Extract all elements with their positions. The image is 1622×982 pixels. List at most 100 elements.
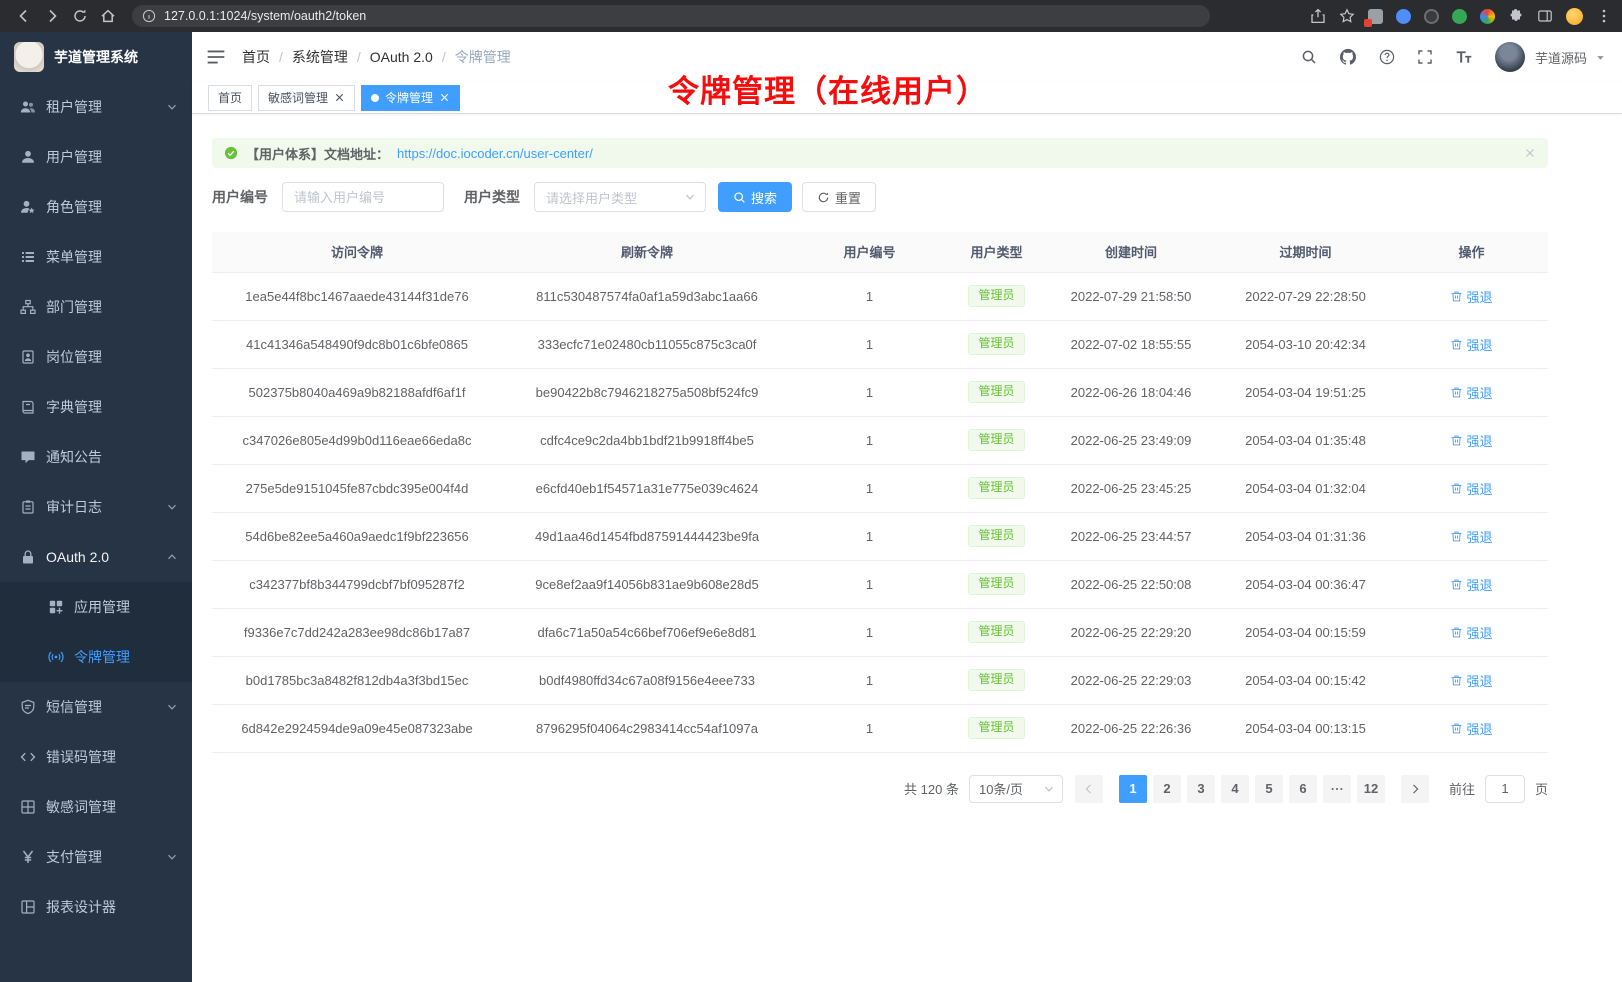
sidebar-item-oauth[interactable]: OAuth 2.0 [0, 532, 192, 582]
extension-icon[interactable] [1368, 9, 1383, 24]
alert-close-icon[interactable] [1524, 147, 1536, 159]
breadcrumb-item[interactable]: 首页 [242, 47, 270, 67]
user-type-select[interactable]: 请选择用户类型 [534, 182, 706, 212]
force-logout-button[interactable]: 强退 [1450, 335, 1492, 354]
force-logout-label: 强退 [1466, 575, 1492, 594]
action-cell: 强退 [1395, 608, 1548, 656]
browser-profile-avatar[interactable] [1566, 8, 1583, 25]
doc-alert: 【用户体系】文档地址： https://doc.iocoder.cn/user-… [212, 138, 1548, 168]
force-logout-label: 强退 [1466, 719, 1492, 738]
sidebar-item-notice[interactable]: 通知公告 [0, 432, 192, 482]
font-size-icon[interactable] [1455, 48, 1473, 66]
column-header: 操作 [1395, 232, 1548, 272]
sidebar-item-log[interactable]: 审计日志 [0, 482, 192, 532]
tab-item[interactable]: 敏感词管理 [258, 85, 355, 111]
sidebar-item-menu[interactable]: 菜单管理 [0, 232, 192, 282]
extension-icon[interactable] [1452, 9, 1467, 24]
user-name[interactable]: 芋道源码 [1535, 48, 1587, 67]
reset-button[interactable]: 重置 [802, 182, 876, 212]
annotation-text: 令牌管理（在线用户） [668, 66, 988, 111]
user-avatar[interactable] [1495, 42, 1525, 72]
close-icon[interactable] [334, 92, 345, 103]
delete-icon [1450, 434, 1463, 447]
dept-icon [20, 299, 36, 315]
share-icon[interactable] [1310, 8, 1326, 24]
bookmark-star-icon[interactable] [1339, 8, 1355, 24]
reset-button-label: 重置 [835, 188, 861, 207]
menu-icon [20, 249, 36, 265]
page-button[interactable]: 1 [1119, 775, 1147, 803]
force-logout-button[interactable]: 强退 [1450, 719, 1492, 738]
sidebar-item-app[interactable]: 应用管理 [0, 582, 192, 632]
sidebar-item-report[interactable]: 报表设计器 [0, 882, 192, 932]
force-logout-button[interactable]: 强退 [1450, 287, 1492, 306]
extension-icon[interactable] [1396, 9, 1411, 24]
force-logout-button[interactable]: 强退 [1450, 575, 1492, 594]
force-logout-button[interactable]: 强退 [1450, 623, 1492, 642]
tab-item[interactable]: 首页 [208, 85, 252, 111]
app-logo[interactable]: 芋道管理系统 [0, 32, 192, 82]
sidebar-item-user[interactable]: 用户管理 [0, 132, 192, 182]
force-logout-button[interactable]: 强退 [1450, 527, 1492, 546]
more-pages-button[interactable] [1323, 775, 1351, 803]
forward-icon [44, 8, 60, 24]
sidebar-item-tenant[interactable]: 租户管理 [0, 82, 192, 132]
page-button[interactable]: 3 [1187, 775, 1215, 803]
browser-forward-icon[interactable] [38, 3, 66, 29]
sidebar-item-post[interactable]: 岗位管理 [0, 332, 192, 382]
breadcrumb-item[interactable]: OAuth 2.0 [370, 49, 433, 65]
fullscreen-icon[interactable] [1417, 49, 1433, 65]
extension-icon[interactable] [1480, 9, 1495, 24]
sidebar-item-dept[interactable]: 部门管理 [0, 282, 192, 332]
sidebar-item-sms[interactable]: 短信管理 [0, 682, 192, 732]
browser-back-icon[interactable] [10, 3, 38, 29]
sidebar-item-dict[interactable]: 字典管理 [0, 382, 192, 432]
user-id-cell: 1 [792, 560, 947, 608]
next-page-button[interactable] [1401, 775, 1429, 803]
sidebar-item-errcode[interactable]: 错误码管理 [0, 732, 192, 782]
force-logout-button[interactable]: 强退 [1450, 671, 1492, 690]
sidebar-item-sensitive[interactable]: 敏感词管理 [0, 782, 192, 832]
github-icon[interactable] [1339, 48, 1357, 66]
browser-reload-icon[interactable] [66, 3, 94, 29]
breadcrumb-item[interactable]: 系统管理 [292, 47, 348, 67]
page-button[interactable]: 12 [1357, 775, 1385, 803]
hamburger-icon[interactable] [206, 48, 226, 66]
tab-active[interactable]: 令牌管理 [361, 85, 460, 111]
side-panel-icon[interactable] [1537, 8, 1553, 24]
browser-home-icon[interactable] [94, 3, 122, 29]
force-logout-button[interactable]: 强退 [1450, 431, 1492, 450]
site-info-icon[interactable] [142, 9, 156, 23]
close-icon[interactable] [439, 92, 450, 103]
tenant-icon [20, 99, 36, 115]
prev-page-button[interactable] [1075, 775, 1103, 803]
refresh-token-cell: 9ce8ef2aa9f14056b831ae9b608e28d5 [502, 560, 792, 608]
reload-icon [72, 8, 88, 24]
extensions-puzzle-icon[interactable] [1508, 8, 1524, 24]
sidebar-item-role[interactable]: 角色管理 [0, 182, 192, 232]
chevron-down-icon[interactable] [1595, 52, 1606, 63]
page-button[interactable]: 2 [1153, 775, 1181, 803]
address-bar[interactable]: 127.0.0.1:1024/system/oauth2/token [132, 5, 1210, 27]
page-size-select[interactable]: 10条/页 [969, 775, 1063, 803]
browser-menu-icon[interactable] [1596, 8, 1612, 24]
search-icon[interactable] [1301, 49, 1317, 65]
chevron-left-icon [1083, 783, 1095, 795]
user-id-cell: 1 [792, 464, 947, 512]
extension-icon[interactable] [1424, 9, 1439, 24]
user-id-input[interactable] [282, 182, 444, 212]
goto-page-input[interactable] [1485, 775, 1525, 803]
force-logout-button[interactable]: 强退 [1450, 383, 1492, 402]
page-content: 【用户体系】文档地址： https://doc.iocoder.cn/user-… [192, 114, 1622, 803]
page-button[interactable]: 4 [1221, 775, 1249, 803]
search-button[interactable]: 搜索 [718, 182, 792, 212]
alert-doc-link[interactable]: https://doc.iocoder.cn/user-center/ [397, 146, 593, 161]
sidebar-item-token[interactable]: 令牌管理 [0, 632, 192, 682]
page-button[interactable]: 6 [1289, 775, 1317, 803]
force-logout-button[interactable]: 强退 [1450, 479, 1492, 498]
page-button[interactable]: 5 [1255, 775, 1283, 803]
access-token-cell: 275e5de9151045fe87cbdc395e004f4d [212, 464, 502, 512]
sidebar-item-pay[interactable]: 支付管理 [0, 832, 192, 882]
help-icon[interactable] [1379, 49, 1395, 65]
user-type-cell: 管理员 [947, 608, 1046, 656]
